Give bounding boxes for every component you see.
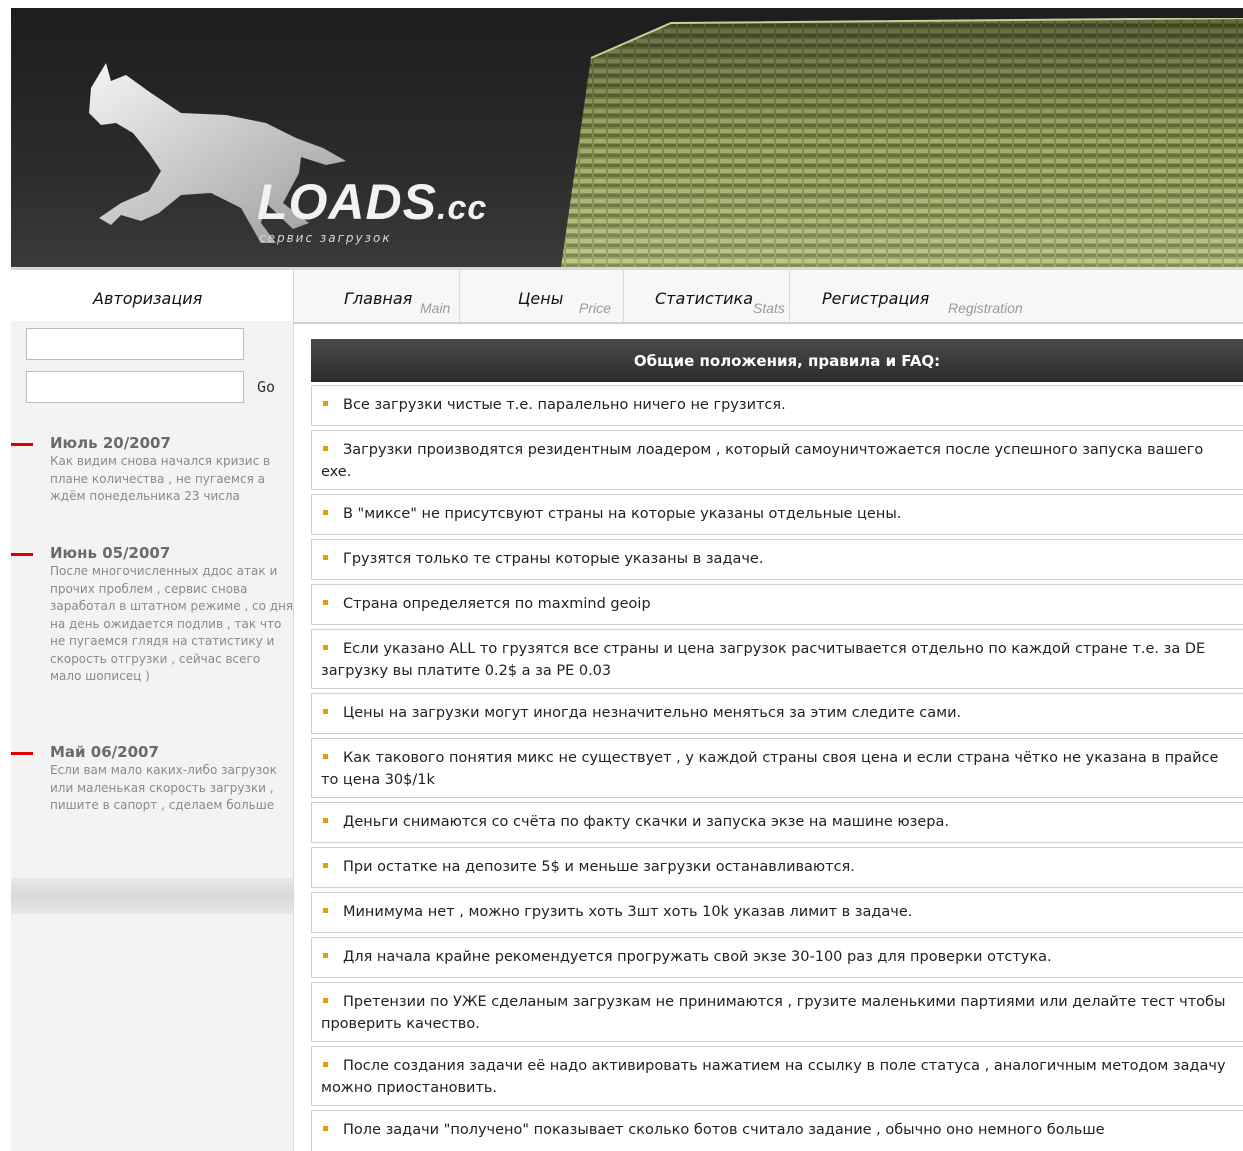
nav-item-main-label[interactable]: Главная	[344, 289, 412, 308]
bullet-icon	[323, 555, 328, 560]
rule-text: При остатке на депозите 5$ и меньше загр…	[343, 859, 855, 875]
rule-item: Грузятся только те страны которые указан…	[311, 539, 1243, 580]
news-text: Как видим снова начался кризис в плане к…	[50, 454, 271, 503]
bullet-icon	[323, 401, 328, 406]
news-text: Если вам мало каких-либо загрузок или ма…	[50, 763, 277, 812]
rule-text: Грузятся только те страны которые указан…	[343, 551, 764, 567]
bullet-icon	[323, 1126, 328, 1131]
rule-text: Деньги снимаются со счёта по факту скачк…	[343, 814, 949, 830]
nav-item-registration-label[interactable]: Регистрация	[822, 289, 929, 308]
rule-item: Загрузки производятся резидентным лоадер…	[311, 430, 1243, 490]
rule-item: При остатке на депозите 5$ и меньше загр…	[311, 847, 1243, 888]
rule-item: Если указано ALL то грузятся все страны …	[311, 629, 1243, 689]
rule-item: Страна определяется по maxmind geoip	[311, 584, 1243, 625]
bullet-icon	[323, 754, 328, 759]
username-field[interactable]	[26, 328, 244, 360]
rule-item: Как такового понятия микс не существует …	[311, 738, 1243, 798]
main-nav: Авторизация Главная Main Цены Price Стат…	[11, 267, 1243, 324]
news-marker-icon	[11, 553, 33, 556]
nav-item-stats[interactable]: Статистика Stats	[623, 270, 790, 322]
bullet-icon	[323, 818, 328, 823]
bullet-icon	[323, 600, 328, 605]
rule-item: Претензии по УЖЕ сделаным загрузкам не п…	[311, 982, 1243, 1042]
rule-text: Минимума нет , можно грузить хоть 3шт хо…	[343, 904, 913, 920]
rule-item: Все загрузки чистые т.е. паралельно ниче…	[311, 385, 1243, 426]
rule-item: Поле задачи "получено" показывает скольк…	[311, 1110, 1243, 1151]
logo-wordmark: LOADS	[257, 174, 437, 230]
auth-header: Авторизация	[11, 270, 294, 322]
nav-item-registration[interactable]: Регистрация Registration	[789, 270, 1029, 322]
rule-item: Для начала крайне рекомендуется прогружа…	[311, 937, 1243, 978]
sidebar: Go Июль 20/2007 Как видим снова начался …	[11, 321, 294, 1151]
news-item: Июнь 05/2007 После многочисленных ддос а…	[11, 544, 295, 686]
news-marker-icon	[11, 752, 33, 755]
go-button[interactable]: Go	[257, 378, 275, 396]
news-item: Июль 20/2007 Как видим снова начался кри…	[11, 434, 295, 506]
header-banner: LOADS.cc сервис загрузок	[11, 8, 1243, 267]
rule-item: После создания задачи её надо активирова…	[311, 1046, 1243, 1106]
money-stack-image	[561, 18, 1243, 267]
rule-item: Цены на загрузки могут иногда незначител…	[311, 693, 1243, 734]
bullet-icon	[323, 510, 328, 515]
news-marker-icon	[11, 443, 33, 446]
nav-item-registration-sub: Registration	[948, 300, 1023, 316]
news-date: Май 06/2007	[50, 743, 159, 761]
bullet-icon	[323, 1062, 328, 1067]
rule-text: Все загрузки чистые т.е. паралельно ниче…	[343, 397, 786, 413]
news-text: После многочисленных ддос атак и прочих …	[50, 564, 294, 683]
rule-text: Загрузки производятся резидентным лоадер…	[321, 442, 1204, 480]
news-date: Июль 20/2007	[50, 434, 171, 452]
rule-item: Минимума нет , можно грузить хоть 3шт хо…	[311, 892, 1243, 933]
page-title: Общие положения, правила и FAQ:	[311, 339, 1243, 382]
nav-item-price-sub: Price	[579, 300, 611, 316]
rule-text: Поле задачи "получено" показывает скольк…	[343, 1122, 1105, 1138]
rule-item: Деньги снимаются со счёта по факту скачк…	[311, 802, 1243, 843]
bullet-icon	[323, 709, 328, 714]
nav-item-main[interactable]: Главная Main	[294, 270, 460, 322]
rule-text: Если указано ALL то грузятся все страны …	[321, 641, 1206, 679]
bullet-icon	[323, 998, 328, 1003]
auth-label: Авторизация	[93, 289, 203, 308]
rule-item: В "миксе" не присутсвуют страны на котор…	[311, 494, 1243, 535]
nav-item-stats-label[interactable]: Статистика	[655, 289, 753, 308]
nav-item-stats-sub: Stats	[753, 300, 785, 316]
bullet-icon	[323, 908, 328, 913]
bullet-icon	[323, 645, 328, 650]
nav-item-price-label[interactable]: Цены	[518, 289, 563, 308]
bullet-icon	[323, 446, 328, 451]
rule-text: Претензии по УЖЕ сделаным загрузкам не п…	[321, 994, 1226, 1032]
site-logo: LOADS.cc	[257, 173, 487, 231]
password-field[interactable]	[26, 371, 244, 403]
logo-tagline: сервис загрузок	[259, 231, 392, 245]
logo-tld: .cc	[437, 189, 488, 227]
rule-text: После создания задачи её надо активирова…	[321, 1058, 1226, 1096]
rule-text: Цены на загрузки могут иногда незначител…	[343, 705, 962, 721]
nav-item-price[interactable]: Цены Price	[459, 270, 624, 322]
rule-text: Как такового понятия микс не существует …	[321, 750, 1219, 788]
bullet-icon	[323, 953, 328, 958]
nav-item-main-sub: Main	[420, 300, 451, 316]
rule-text: В "миксе" не присутсвуют страны на котор…	[343, 506, 902, 522]
sidebar-divider	[11, 878, 293, 914]
bullet-icon	[323, 863, 328, 868]
news-date: Июнь 05/2007	[50, 544, 171, 562]
rule-text: Страна определяется по maxmind geoip	[343, 596, 651, 612]
rule-text: Для начала крайне рекомендуется прогружа…	[343, 949, 1052, 965]
news-item: Май 06/2007 Если вам мало каких-либо заг…	[11, 743, 295, 815]
